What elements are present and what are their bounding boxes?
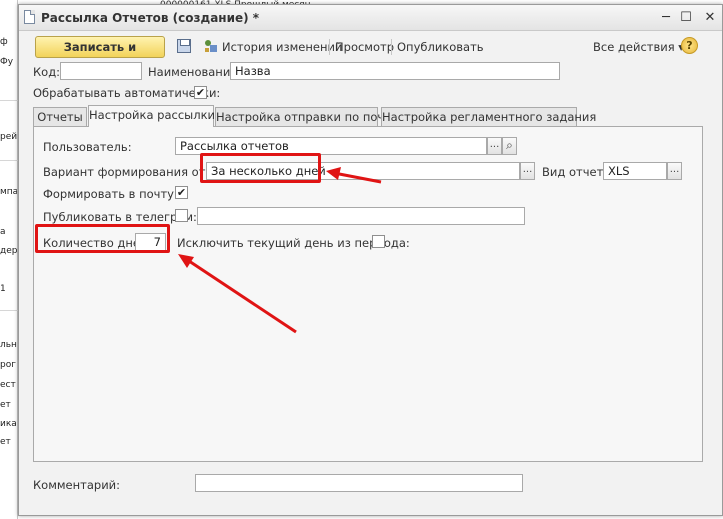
save-and-close-button[interactable]: Записать и закрыть: [35, 36, 165, 74]
tab-schedule-settings[interactable]: Настройка регламентного задания: [381, 107, 596, 127]
auto-process-label: Обрабатывать автоматически:: [33, 86, 221, 100]
background-list: ф Фу рей, мпан а дер 1 льн рог ест ет ик…: [0, 0, 18, 519]
report-mailing-dialog: Рассылка Отчетов (создание) * ─ ☐ ✕ Запи…: [18, 4, 723, 516]
all-actions-menu[interactable]: Все действия ▾: [593, 40, 684, 54]
report-type-select-button[interactable]: ...: [667, 162, 682, 180]
mailing-settings-panel: Пользователь: Рассылка отчетов ... ⌕ Вар…: [33, 126, 703, 462]
background-fragment: Фу: [0, 57, 14, 67]
user-select-button[interactable]: ...: [487, 137, 502, 155]
publish-button[interactable]: Опубликовать: [397, 40, 484, 54]
search-icon[interactable]: ⌕: [502, 137, 517, 155]
background-fragment: рей,: [0, 132, 17, 142]
auto-process-checkbox[interactable]: ✔: [194, 86, 207, 99]
background-fragment: а: [0, 227, 6, 237]
user-label: Пользователь:: [43, 140, 132, 154]
minimize-button[interactable]: ─: [659, 11, 673, 25]
window-title: Рассылка Отчетов (создание) *: [41, 11, 260, 25]
title-bar[interactable]: Рассылка Отчетов (создание) * ─ ☐ ✕: [19, 5, 722, 31]
telegram-checkbox[interactable]: [175, 209, 188, 222]
change-history-link[interactable]: История изменений: [222, 40, 342, 54]
highlight-days-box: [35, 224, 170, 253]
background-fragment: ест: [0, 380, 16, 390]
variant-select-button[interactable]: ...: [520, 162, 535, 180]
document-icon: [24, 10, 35, 24]
maximize-button[interactable]: ☐: [679, 11, 693, 25]
background-fragment: льн: [0, 340, 17, 350]
background-fragment: ет: [0, 400, 11, 410]
close-button[interactable]: ✕: [703, 11, 717, 25]
background-fragment: ф: [0, 37, 8, 47]
background-fragment: 1: [0, 284, 6, 294]
highlight-variant-box: [200, 153, 321, 183]
code-field[interactable]: [60, 62, 142, 80]
background-fragment: рог: [0, 360, 16, 370]
save-icon[interactable]: [177, 39, 191, 53]
background-fragment: ет: [0, 437, 11, 447]
exclude-today-checkbox[interactable]: [372, 235, 385, 248]
comment-label: Комментарий:: [33, 478, 121, 492]
help-icon[interactable]: ?: [681, 37, 698, 54]
tab-mailing-settings[interactable]: Настройка рассылки: [88, 105, 215, 127]
report-type-field[interactable]: XLS: [603, 162, 667, 180]
comment-field[interactable]: [195, 474, 523, 492]
send-mail-checkbox[interactable]: ✔: [175, 186, 188, 199]
history-icon[interactable]: [204, 39, 218, 53]
send-mail-label: Формировать в почту:: [43, 187, 178, 201]
name-label: Наименование:: [148, 65, 242, 79]
tab-reports[interactable]: Отчеты: [33, 107, 87, 127]
background-fragment: мпан: [0, 187, 17, 197]
telegram-field[interactable]: [197, 207, 525, 225]
telegram-label: Публиковать в телеграм:: [43, 210, 197, 224]
background-fragment: ика: [0, 419, 17, 429]
background-fragment: дер: [0, 246, 17, 256]
name-field[interactable]: Назва: [230, 62, 560, 80]
tab-email-settings[interactable]: Настройка отправки по почте: [215, 107, 398, 127]
preview-button[interactable]: Просмотр: [335, 40, 394, 54]
code-label: Код:: [33, 65, 61, 79]
